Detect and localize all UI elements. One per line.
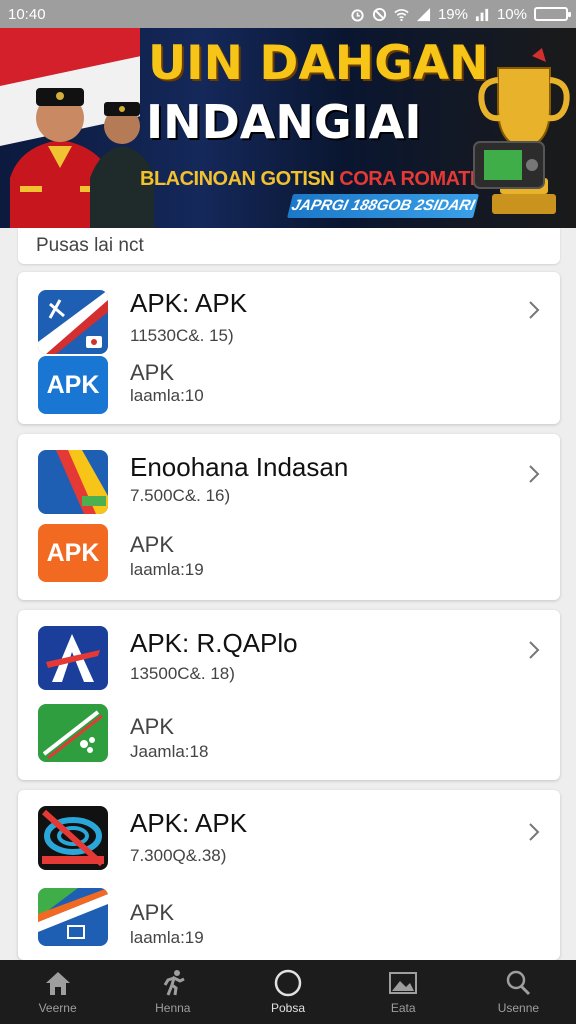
- chevron-right-icon[interactable]: [526, 638, 542, 662]
- app-subtitle: 13500C&. 18): [130, 664, 235, 683]
- blue-red-arrow-icon: [38, 290, 108, 354]
- app-label-2: APK: [130, 532, 175, 557]
- status-time: 10:40: [8, 5, 46, 23]
- nav-label: Pobsa: [270, 1001, 306, 1015]
- promo-banner[interactable]: UIN DAHGAN INDANGIAI BLACINOAN GOTISN CO…: [0, 28, 576, 228]
- nav-item-search[interactable]: Usenne: [461, 960, 576, 1024]
- app-title: Enoohana Indasan: [130, 452, 349, 482]
- apk-blue-icon: APK: [38, 356, 108, 414]
- chevron-right-icon[interactable]: [526, 462, 542, 486]
- battery-text: 10%: [496, 5, 527, 23]
- app-meta-2: laamla:19: [130, 928, 204, 947]
- banner-title-line2: INDANGIAI: [146, 95, 422, 149]
- app-meta-2: laamla:10: [130, 386, 204, 405]
- apk-orange-icon: APK: [38, 524, 108, 582]
- battery-icon: [534, 7, 571, 21]
- app-title: APK: APK: [130, 288, 248, 318]
- run-icon: [163, 970, 185, 996]
- app-title: APK: APK: [130, 808, 248, 838]
- signal-text: 19%: [437, 5, 468, 23]
- home-icon: [45, 972, 70, 995]
- nav-label: Henna: [155, 1001, 191, 1015]
- nav-label: Veerne: [38, 1001, 77, 1015]
- nav-item-run[interactable]: Henna: [115, 960, 230, 1024]
- app-card-2[interactable]: APK Enoohana Indasan 7.500C&. 16) APK la…: [18, 434, 560, 600]
- app-card-3[interactable]: APK: R.QAPlo 13500C&. 18) APK Jaamla:18: [18, 610, 560, 780]
- nav-item-image[interactable]: Eata: [346, 960, 461, 1024]
- app-meta-2: laamla:19: [130, 560, 204, 579]
- app-subtitle: 7.300Q&.38): [130, 846, 227, 865]
- status-icons: 19% 10%: [350, 5, 571, 23]
- black-red-disc-icon: [38, 806, 108, 870]
- banner-date-pill: JAPRGI 188GOB 2SIDARI: [287, 194, 479, 218]
- app-card-4[interactable]: APK: APK 7.300Q&.38) APK laamla:19: [18, 790, 560, 960]
- bottom-navigation: Veerne Henna Pobsa Eata Usenne: [0, 960, 576, 1024]
- nav-item-circle[interactable]: Pobsa: [230, 960, 345, 1024]
- nav-item-home[interactable]: Veerne: [0, 960, 115, 1024]
- image-icon: [389, 972, 418, 994]
- chevron-right-icon[interactable]: [526, 820, 542, 844]
- app-subtitle: 11530C&. 15): [130, 326, 234, 345]
- app-label-2: APK: [130, 900, 175, 925]
- green-card-icon: [38, 704, 108, 762]
- search-input[interactable]: [18, 228, 560, 264]
- blue-letter-a-icon: [38, 626, 108, 690]
- search-bar[interactable]: [18, 228, 560, 264]
- signal-icon: [416, 7, 430, 21]
- banner-title-line1: UIN DAHGAN: [148, 36, 489, 91]
- tricolor-flag-icon: [38, 450, 108, 514]
- blue-green-wave-icon: [38, 888, 108, 946]
- search-icon: [507, 970, 531, 996]
- circle-icon: [274, 969, 302, 997]
- status-bar: 10:40 19% 10%: [0, 0, 576, 28]
- app-title: APK: R.QAPlo: [130, 628, 298, 658]
- alarm-icon: [351, 8, 364, 22]
- wifi-icon: [394, 8, 409, 21]
- trophy-icon: [473, 48, 570, 214]
- app-meta-2: Jaamla:18: [130, 742, 209, 761]
- app-subtitle: 7.500C&. 16): [130, 486, 231, 505]
- app-card-1[interactable]: APK APK: APK 11530C&. 15) APK laamla:10: [18, 272, 560, 424]
- nav-label: Usenne: [497, 1001, 540, 1015]
- chevron-right-icon[interactable]: [526, 298, 542, 322]
- signal-bars-icon: [475, 8, 489, 21]
- app-label-2: APK: [130, 714, 175, 739]
- banner-subtitle-a: BLACINOAN GOTISN: [140, 168, 335, 190]
- app-label-2: APK: [130, 360, 175, 385]
- banner-subtitle: BLACINOAN GOTISN CORA ROMATEII: [140, 168, 493, 191]
- do-not-disturb-icon: [372, 7, 386, 21]
- nav-label: Eata: [390, 1001, 416, 1015]
